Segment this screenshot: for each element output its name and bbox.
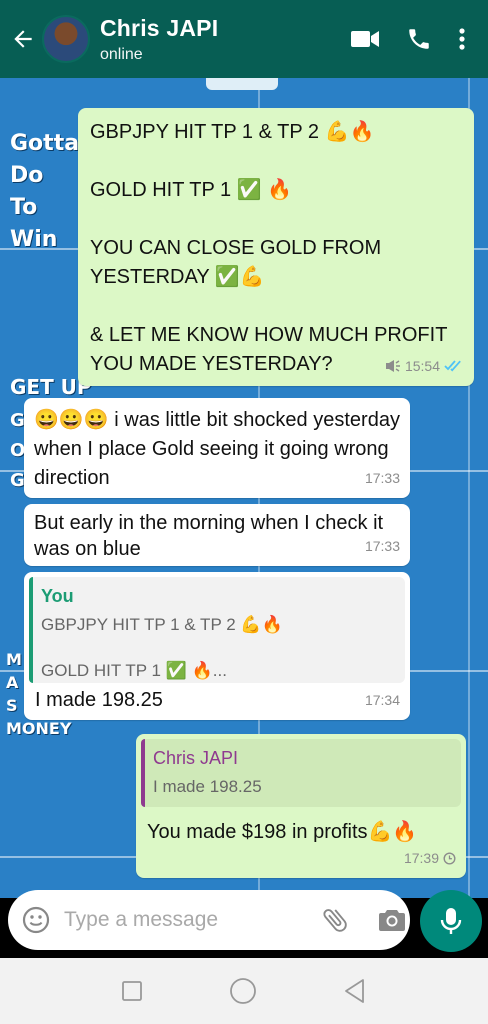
back-arrow-icon [14,30,32,48]
more-options-icon[interactable] [458,27,466,51]
back-button[interactable] [4,26,42,52]
mic-button[interactable] [420,890,482,952]
quote-text: GBPJPY HIT TP 1 & TP 2 💪🔥 GOLD HIT TP 1 … [41,615,283,680]
emoji-icon[interactable] [22,906,50,934]
message-time: 17:33 [364,470,400,486]
message-time: 17:39 [403,850,439,866]
mic-icon [440,908,462,934]
message-bubble-outgoing[interactable]: Chris JAPI I made 198.25 You made $198 i… [136,734,466,878]
message-text: I made 198.25 [35,689,163,711]
message-time: 15:54 [404,358,440,374]
message-input[interactable] [64,908,294,932]
phone-icon[interactable] [406,26,432,52]
quote-author: Chris JAPI [153,748,239,768]
message-bubble-outgoing[interactable]: GBPJPY HIT TP 1 & TP 2 💪🔥 GOLD HIT TP 1 … [78,108,474,386]
contact-name: Chris JAPI [100,14,219,41]
message-time: 17:34 [364,692,400,708]
quote-text: I made 198.25 [153,777,262,796]
contact-status: online [100,45,143,63]
clock-icon [443,851,456,865]
message-time: 17:33 [364,538,400,554]
nav-recents-icon[interactable] [121,980,143,1002]
wallpaper-text: Gotta Do To Win [10,131,80,252]
message-bubble-incoming[interactable]: You GBPJPY HIT TP 1 & TP 2 💪🔥 GOLD HIT T… [24,572,410,720]
system-nav-bar [0,958,488,1024]
double-check-icon [444,360,461,372]
contact-info[interactable]: Chris JAPI online [100,15,350,64]
video-call-icon[interactable] [350,28,380,50]
message-text: GBPJPY HIT TP 1 & TP 2 💪🔥 GOLD HIT TP 1 … [90,121,448,375]
avatar[interactable] [42,15,90,63]
attach-icon[interactable] [320,905,350,935]
quoted-message[interactable]: Chris JAPI I made 198.25 [141,739,461,807]
quoted-message[interactable]: You GBPJPY HIT TP 1 & TP 2 💪🔥 GOLD HIT T… [29,577,405,683]
message-bubble-incoming[interactable]: But early in the morning when I check it… [24,504,410,566]
message-bubble-incoming[interactable]: 😀😀😀 i was little bit shocked yesterday w… [24,398,410,498]
message-text: 😀😀😀 i was little bit shocked yesterday w… [34,409,400,489]
message-composer [8,890,410,950]
quote-author: You [41,586,74,606]
message-text: But early in the morning when I check it… [34,512,384,560]
speaker-icon [385,360,400,372]
camera-icon[interactable] [378,907,406,933]
chat-header: Chris JAPI online [0,0,488,78]
message-text: You made $198 in profits💪🔥 [147,821,418,843]
date-chip [206,78,278,90]
nav-back-icon[interactable] [343,978,367,1004]
nav-home-icon[interactable] [229,977,257,1005]
